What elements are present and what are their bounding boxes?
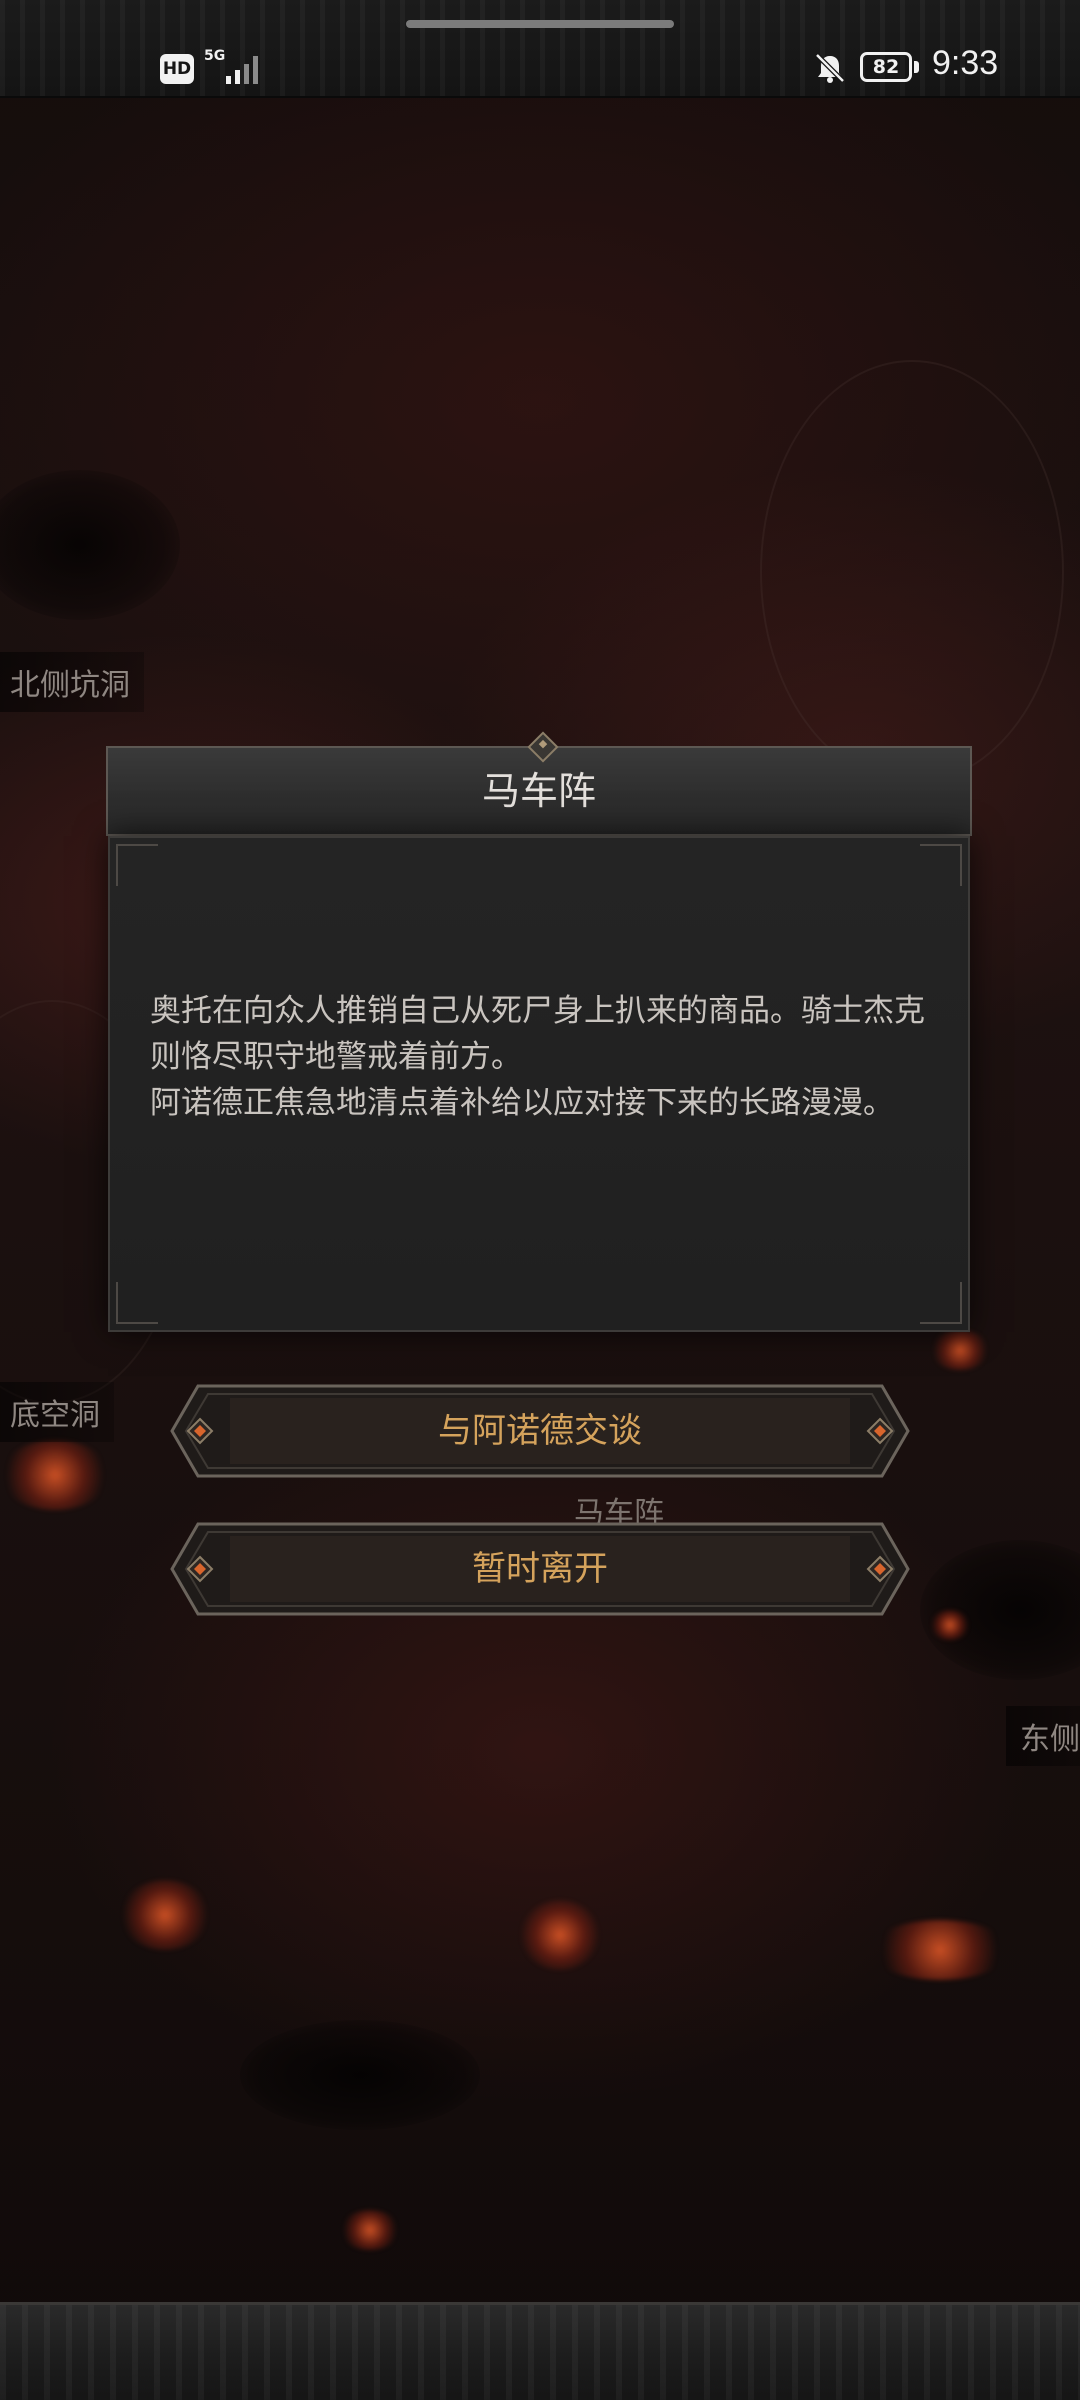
dialog-text: 奥托在向众人推销自己从死尸身上扒来的商品。骑士杰克则恪尽职守地警戒着前方。 阿诺…	[150, 988, 940, 1126]
status-bar: HD 5G 82 9:33	[0, 0, 1080, 98]
choice-label: 暂时离开	[472, 1549, 608, 1589]
clock: 9:33	[932, 44, 999, 82]
game-screen: 北侧坑洞 底空洞 马车阵 东侧 HD 5G 82 9:33 马车阵 奥托在向众人…	[0, 0, 1080, 2400]
map-label-north-cave[interactable]: 北侧坑洞	[0, 652, 144, 712]
hd-icon: HD	[160, 54, 194, 84]
bottom-ornament-bar	[0, 2302, 1080, 2400]
dialog-title: 马车阵	[481, 769, 596, 813]
dialog-paragraph: 奥托在向众人推销自己从死尸身上扒来的商品。骑士杰克则恪尽职守地警戒着前方。	[150, 993, 925, 1075]
map-label-east[interactable]: 东侧	[1006, 1706, 1080, 1766]
network-type: 5G	[204, 48, 226, 64]
event-dialog: 马车阵 奥托在向众人推销自己从死尸身上扒来的商品。骑士杰克则恪尽职守地警戒着前方…	[106, 731, 972, 1332]
dialog-header: 马车阵	[106, 731, 972, 836]
notch-pill	[406, 20, 674, 28]
signal-icon: 5G	[204, 48, 264, 88]
choice-label: 与阿诺德交谈	[438, 1411, 642, 1451]
map-label-bottom-cave[interactable]: 底空洞	[0, 1382, 114, 1442]
bell-off-icon	[815, 53, 845, 83]
battery-icon: 82	[860, 52, 912, 82]
dialog-paragraph: 阿诺德正焦急地清点着补给以应对接下来的长路漫漫。	[150, 1085, 894, 1121]
talk-to-arnold-button[interactable]: 与阿诺德交谈	[170, 1384, 910, 1478]
leave-button[interactable]: 暂时离开	[170, 1522, 910, 1616]
dialog-body: 奥托在向众人推销自己从死尸身上扒来的商品。骑士杰克则恪尽职守地警戒着前方。 阿诺…	[108, 836, 970, 1332]
